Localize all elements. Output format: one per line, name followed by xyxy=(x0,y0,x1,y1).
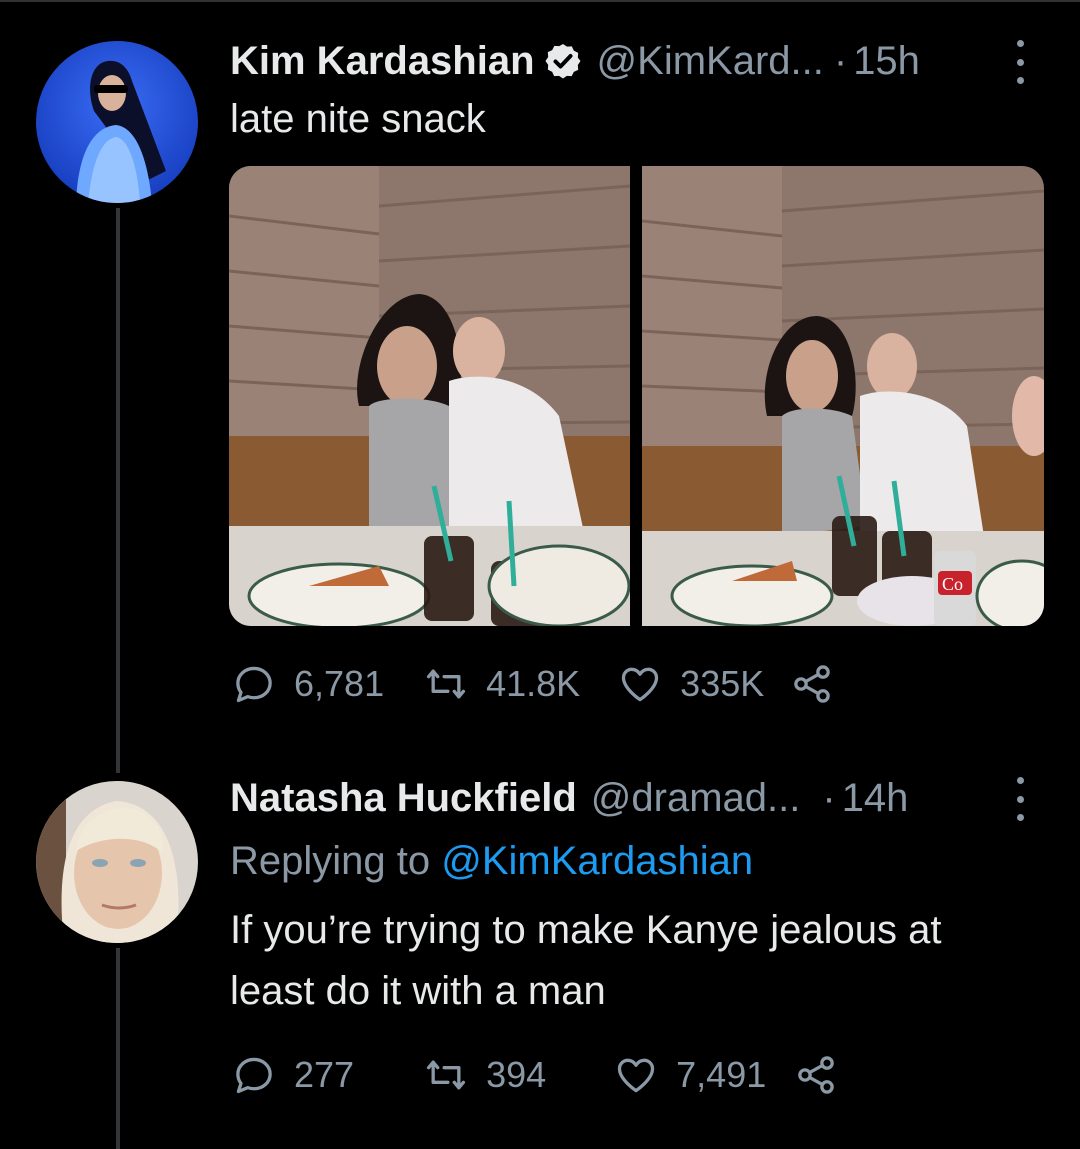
retweet-count: 394 xyxy=(486,1054,547,1095)
top-divider xyxy=(0,0,1080,2)
share-icon xyxy=(798,1056,835,1094)
photo-2[interactable]: Co xyxy=(641,166,1044,626)
reply-text-line2: least do it with a man xyxy=(230,969,606,1013)
separator-dot: · xyxy=(822,776,836,820)
reply-icon xyxy=(236,666,272,703)
tweet-text: late nite snack xyxy=(230,97,486,141)
can-label: Co xyxy=(942,574,963,594)
reply-timestamp[interactable]: 14h xyxy=(842,774,909,822)
avatar-natasha[interactable] xyxy=(36,781,198,943)
reply-icon xyxy=(236,1057,272,1094)
retweet-button[interactable]: 41.8K xyxy=(424,662,580,706)
like-icon xyxy=(618,1058,655,1093)
like-button[interactable]: 335K xyxy=(618,662,764,706)
separator-dot: · xyxy=(833,39,848,83)
like-count: 7,491 xyxy=(676,1054,767,1095)
retweet-icon xyxy=(427,669,466,699)
share-button[interactable] xyxy=(790,662,834,706)
tweet-media[interactable]: Co xyxy=(229,166,1044,626)
retweet-icon xyxy=(427,1060,466,1090)
reply-text-line1: If you’re trying to make Kanye jealous a… xyxy=(230,908,942,952)
like-icon xyxy=(622,667,659,702)
photo-1[interactable] xyxy=(229,166,631,626)
more-icon[interactable] xyxy=(1010,40,1030,84)
share-button[interactable] xyxy=(794,1053,838,1097)
tweet-actions: 6,781 41.8K 335K xyxy=(232,662,834,706)
reply-button[interactable]: 277 xyxy=(232,1053,354,1097)
verified-badge-icon xyxy=(543,41,583,81)
reply-actions: 277 394 7,491 xyxy=(232,1053,838,1097)
reply-button[interactable]: 6,781 xyxy=(232,662,384,706)
share-icon xyxy=(794,665,831,703)
thread-line xyxy=(116,208,120,773)
reply-author-handle[interactable]: @dramad... xyxy=(591,774,801,822)
author-handle[interactable]: @KimKard... xyxy=(597,37,824,85)
replying-to-label: Replying to xyxy=(230,839,431,883)
avatar-kim[interactable] xyxy=(36,41,198,203)
author-name[interactable]: Kim Kardashian xyxy=(230,37,535,85)
thread-line-reply xyxy=(116,948,120,1149)
reply-author-name[interactable]: Natasha Huckfield xyxy=(230,774,577,822)
replying-to-link[interactable]: @KimKardashian xyxy=(441,839,753,883)
reply-count: 277 xyxy=(294,1054,355,1095)
more-icon[interactable] xyxy=(1010,777,1030,821)
reply-count: 6,781 xyxy=(294,663,385,704)
retweet-count: 41.8K xyxy=(486,663,581,704)
timestamp[interactable]: 15h xyxy=(853,37,920,85)
retweet-button[interactable]: 394 xyxy=(424,1053,546,1097)
like-count: 335K xyxy=(680,663,765,704)
replying-to: Replying to @KimKardashian xyxy=(230,837,753,885)
like-button[interactable]: 7,491 xyxy=(614,1053,766,1097)
